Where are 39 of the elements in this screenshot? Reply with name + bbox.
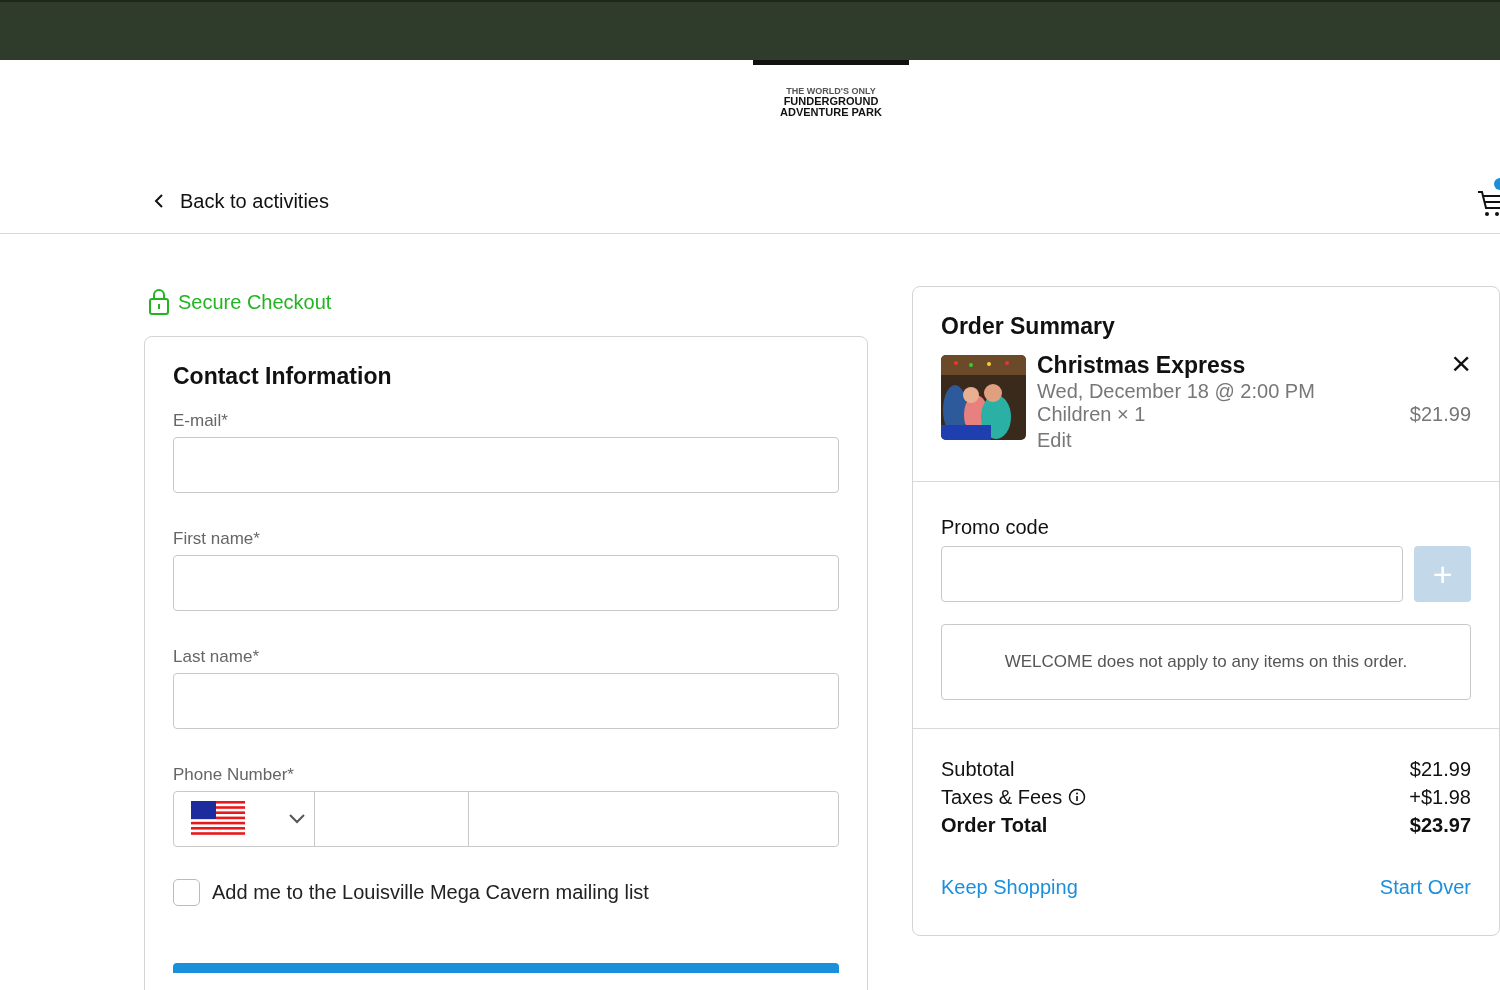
logo-tagline: THE WORLD'S ONLY (786, 86, 876, 96)
item-date: Wed, December 18 @ 2:00 PM (1037, 379, 1316, 403)
total-value: $21.99 (1409, 757, 1471, 782)
promo-code-label: Promo code (941, 515, 1050, 540)
logo-text: ADVENTURE PARK (780, 107, 882, 118)
item-quantity: Children × 1 (1037, 403, 1146, 425)
total-label: Order Total (941, 813, 1048, 838)
back-link[interactable]: Back to activities (180, 186, 329, 216)
total-label: Subtotal (941, 757, 1015, 782)
chevron-down-icon (288, 813, 306, 825)
input-field[interactable] (173, 555, 839, 611)
logo-text: FUNDERGROUND (783, 96, 879, 107)
mailing-list-label[interactable]: Add me to the Louisville Mega Cavern mailing list (212, 877, 649, 907)
action-link[interactable]: Start Over (1379, 872, 1471, 902)
info-icon[interactable] (1068, 788, 1087, 806)
mailing-list-checkbox[interactable] (173, 878, 200, 906)
section-title: Order Summary (941, 312, 1116, 341)
total-label: Taxes & Fees (941, 785, 1063, 810)
item-price: $21.99 (1409, 403, 1471, 425)
promo-code-field[interactable] (941, 546, 1404, 602)
submit-button[interactable] (173, 963, 839, 973)
field-label: E-mail* (173, 410, 229, 432)
input-field[interactable] (173, 437, 839, 493)
input-field[interactable] (173, 673, 839, 729)
flag-icon (191, 801, 245, 837)
secure-checkout-label: Secure Checkout (178, 290, 332, 315)
total-value: +$1.98 (1409, 785, 1471, 810)
item-name: Christmas Express (1037, 351, 1246, 379)
promo-message: WELCOME does not apply to any items on this order. (941, 624, 1471, 700)
field-label: First name* (173, 528, 261, 550)
phone-field[interactable] (173, 791, 839, 847)
section-title: Contact Information (173, 362, 393, 391)
field-label: Last name* (173, 646, 260, 668)
remove-button[interactable]: × (1451, 351, 1471, 375)
action-link[interactable]: Keep Shopping (941, 872, 1078, 902)
field-label: Phone Number* (173, 764, 295, 786)
total-value: $23.97 (1409, 813, 1471, 838)
edit-link[interactable]: Edit (1037, 425, 1072, 455)
lock-icon (148, 288, 170, 316)
